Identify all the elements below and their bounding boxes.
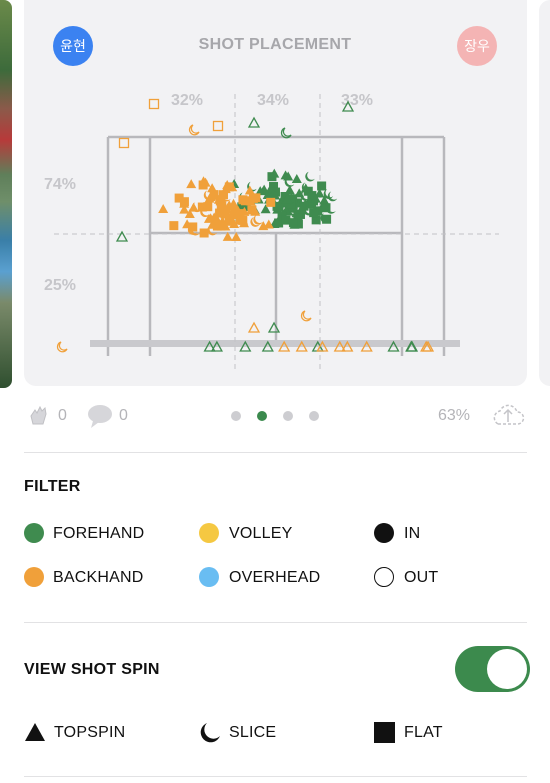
flat-marker [212,120,224,132]
topspin-marker [291,174,302,184]
filter-in-label: IN [404,525,421,542]
claps-count: 0 [58,407,67,424]
filter-title: FILTER [24,478,81,495]
topspin-marker [267,321,281,333]
flat-marker [267,172,277,182]
slice-marker [300,310,312,322]
hollow-dot-icon [374,567,394,587]
clap-icon[interactable] [28,404,52,433]
filter-out-label: OUT [404,569,439,586]
flat-marker [209,190,219,200]
flat-marker [174,193,184,203]
flat-label: FLAT [404,724,443,741]
slice-label: SLICE [229,724,277,741]
page-dot-1[interactable] [231,411,241,421]
flat-marker [322,214,332,224]
comment-icon[interactable] [87,403,113,434]
court-lines [106,135,446,356]
filled-black-dot-icon [374,523,394,543]
filter-backhand-label: BACKHAND [53,569,144,586]
filter-forehand-label: FOREHAND [53,525,145,542]
topspin-marker [115,230,129,242]
player-left-name: 윤현 [60,38,86,54]
flat-marker [118,137,130,149]
topspin-marker [158,203,169,213]
court-shot-map [54,94,499,370]
topspin-marker [186,179,197,189]
flat-marker [224,182,234,192]
page-dot-4[interactable] [309,411,319,421]
green-dot-icon [24,523,44,543]
filter-overhead-label: OVERHEAD [229,569,321,586]
divider [24,776,527,777]
orange-dot-icon [24,567,44,587]
flat-marker [274,202,284,212]
slice-marker [56,341,68,353]
slice-marker [188,124,200,136]
toggle-knob [487,649,527,689]
page-dot-2[interactable] [257,411,267,421]
previous-card-thumbnail[interactable] [0,0,12,388]
flat-marker [266,197,276,207]
topspin-label: TOPSPIN [54,724,126,741]
topspin-marker [341,100,355,112]
flat-marker [218,190,228,200]
crescent-icon [200,723,220,743]
flat-marker [317,181,327,191]
flat-marker [169,221,179,231]
slice-marker [327,191,338,202]
slice-marker [280,127,292,139]
spin-title: VIEW SHOT SPIN [24,661,160,678]
net [90,340,460,347]
player-left-avatar[interactable]: 윤현 [53,26,93,66]
filter-volley-label: VOLLEY [229,525,293,542]
slice-marker [253,214,263,225]
page-dot-3[interactable] [283,411,293,421]
flat-marker [148,98,160,110]
flat-marker [309,208,319,218]
player-right-name: 장우 [464,38,490,54]
spin-toggle[interactable] [455,646,530,692]
topspin-marker [247,321,261,333]
blue-dot-icon [199,567,219,587]
next-card-peek[interactable] [539,0,550,386]
flat-marker [199,228,209,238]
flat-marker [203,202,213,212]
yellow-dot-icon [199,523,219,543]
player-right-avatar[interactable]: 장우 [457,26,497,66]
divider [24,622,527,623]
flat-marker [217,201,227,211]
comments-count: 0 [119,407,128,424]
divider [24,452,527,453]
square-icon [374,722,395,743]
card-title: SHOT PLACEMENT [198,36,352,53]
slice-marker [305,171,315,182]
topspin-marker [247,116,261,128]
flat-marker [299,201,309,211]
cloud-upload-icon[interactable] [490,402,526,433]
flat-marker [288,218,298,228]
flat-marker [238,195,248,205]
completion-percent: 63% [438,407,471,424]
triangle-icon [25,723,45,741]
